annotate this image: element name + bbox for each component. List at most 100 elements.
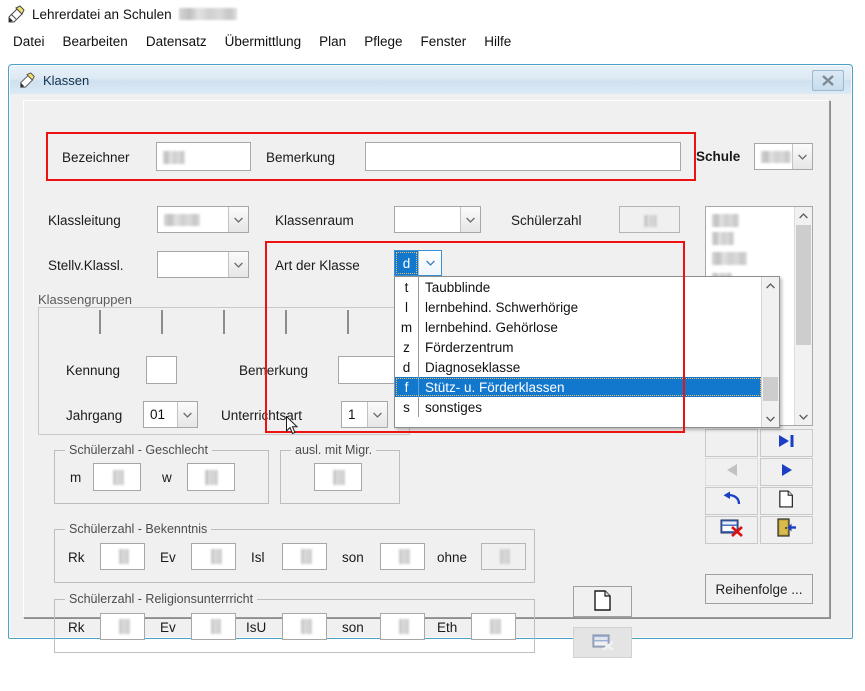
art-der-klasse-value: d [395, 251, 418, 275]
religion-isu-input[interactable] [282, 613, 327, 640]
list-item[interactable] [712, 252, 747, 265]
art-der-klasse-listbox[interactable]: t Taubblinde l lernbehind. Schwerhörige … [394, 276, 780, 428]
religionsunterricht-title: Schülerzahl - Religionsunterrricht [65, 592, 258, 606]
list-item[interactable] [712, 214, 739, 227]
exit-door-icon [776, 518, 797, 542]
religion-ev-input[interactable] [191, 613, 236, 640]
menu-datensatz[interactable]: Datensatz [137, 32, 216, 51]
option-key: m [395, 317, 419, 337]
geschlecht-w-value-redaction [205, 470, 218, 485]
option-t[interactable]: t Taubblinde [395, 277, 762, 297]
geschlecht-w-input[interactable] [187, 463, 235, 491]
option-m[interactable]: m lernbehind. Gehörlose [395, 317, 762, 337]
bekenntnis-ohne-input[interactable] [481, 543, 526, 570]
menu-hilfe[interactable]: Hilfe [475, 32, 520, 51]
option-l[interactable]: l lernbehind. Schwerhörige [395, 297, 762, 317]
option-s[interactable]: s sonstiges [395, 397, 762, 417]
klassenraum-dropdown[interactable] [394, 206, 481, 233]
new-record-button[interactable] [760, 487, 813, 515]
unterrichtsart-dropdown[interactable]: 1 [341, 401, 388, 428]
option-f[interactable]: f Stütz- u. Förderklassen [395, 377, 762, 397]
scroll-up-icon[interactable] [762, 277, 779, 294]
tab-slot-5[interactable] [287, 310, 349, 334]
bekenntnis-ev-input[interactable] [191, 543, 236, 570]
previous-arrow-icon [724, 463, 740, 482]
scroll-down-icon[interactable] [795, 408, 812, 425]
application-title: Lehrerdatei an Schulen [32, 6, 172, 22]
undo-button[interactable] [705, 487, 758, 515]
tab-slot-4[interactable] [225, 310, 287, 334]
new-entry-button[interactable] [573, 586, 632, 617]
reihenfolge-button[interactable]: Reihenfolge ... [705, 574, 813, 604]
scrollbar-thumb[interactable] [763, 377, 778, 401]
screen: Lehrerdatei an Schulen Datei Bearbeiten … [0, 0, 865, 691]
exit-button[interactable] [760, 516, 813, 544]
chevron-down-icon[interactable] [792, 144, 812, 169]
scroll-down-icon[interactable] [762, 410, 779, 427]
art-der-klasse-scrollbar[interactable] [761, 277, 779, 427]
scroll-up-icon[interactable] [795, 207, 812, 224]
new-document-icon [593, 589, 612, 614]
option-label: Förderzentrum [425, 339, 514, 355]
religion-son-input[interactable] [380, 613, 425, 640]
new-document-icon [779, 490, 794, 513]
religion-eth-label: Eth [437, 620, 458, 635]
option-z[interactable]: z Förderzentrum [395, 337, 762, 357]
religion-son-label: son [342, 620, 364, 635]
option-label: lernbehind. Gehörlose [425, 319, 558, 335]
migration-input[interactable] [314, 463, 362, 491]
geschlecht-m-label: m [70, 470, 82, 485]
menu-plan[interactable]: Plan [310, 32, 355, 51]
religion-isu-label: IsU [246, 620, 267, 635]
close-icon[interactable] [812, 70, 844, 91]
menu-uebermittlung[interactable]: Übermittlung [216, 32, 311, 51]
schule-dropdown[interactable] [754, 143, 813, 170]
chevron-down-icon[interactable] [367, 402, 387, 427]
record-listbox-scrollbar[interactable] [794, 207, 812, 425]
option-label: Diagnoseklasse [425, 359, 521, 375]
option-label: Taubblinde [425, 279, 491, 295]
delete-entry-button[interactable] [573, 627, 632, 658]
tab-slot-1[interactable] [39, 310, 101, 334]
unterrichtsart-value: 1 [348, 407, 356, 422]
previous-record-button[interactable] [705, 458, 758, 486]
tab-slot-3[interactable] [163, 310, 225, 334]
menu-datei[interactable]: Datei [4, 32, 54, 51]
stellv-klassl-dropdown[interactable] [157, 251, 249, 278]
art-der-klasse-dropdown[interactable]: d [394, 250, 442, 276]
geschlecht-m-input[interactable] [93, 463, 141, 491]
klassleitung-dropdown[interactable] [157, 206, 249, 233]
chevron-down-icon[interactable] [177, 402, 197, 427]
bekenntnis-isl-input[interactable] [282, 543, 327, 570]
delete-record-button[interactable] [705, 516, 758, 544]
religion-ev-label: Ev [160, 620, 176, 635]
scrollbar-thumb[interactable] [796, 225, 811, 345]
migration-title: ausl. mit Migr. [291, 443, 377, 457]
klassengruppen-bemerkung-label: Bemerkung [239, 363, 309, 378]
last-record-button[interactable] [760, 429, 813, 457]
option-key: s [395, 397, 419, 417]
chevron-down-icon[interactable] [418, 251, 441, 275]
jahrgang-dropdown[interactable]: 01 [143, 401, 198, 428]
religion-rk-input[interactable] [100, 613, 145, 640]
kennung-input[interactable] [146, 356, 177, 384]
option-d[interactable]: d Diagnoseklasse [395, 357, 762, 377]
chevron-down-icon[interactable] [460, 207, 480, 232]
menu-bearbeiten[interactable]: Bearbeiten [54, 32, 137, 51]
tab-slot-2[interactable] [101, 310, 163, 334]
religion-eth-input[interactable] [471, 613, 516, 640]
bemerkung-input[interactable] [365, 142, 681, 171]
chevron-down-icon[interactable] [228, 252, 248, 277]
bekenntnis-son-input[interactable] [380, 543, 425, 570]
list-item[interactable] [712, 232, 734, 245]
mouse-cursor [286, 415, 300, 441]
menu-pflege[interactable]: Pflege [355, 32, 411, 51]
bezeichner-input[interactable] [156, 142, 251, 171]
first-record-button[interactable] [705, 429, 758, 457]
next-record-button[interactable] [760, 458, 813, 486]
chevron-down-icon[interactable] [228, 207, 248, 232]
application-titlebar: Lehrerdatei an Schulen [0, 0, 865, 28]
bekenntnis-rk-input[interactable] [100, 543, 145, 570]
menu-fenster[interactable]: Fenster [411, 32, 475, 51]
schuelerzahl-input[interactable] [619, 206, 680, 233]
